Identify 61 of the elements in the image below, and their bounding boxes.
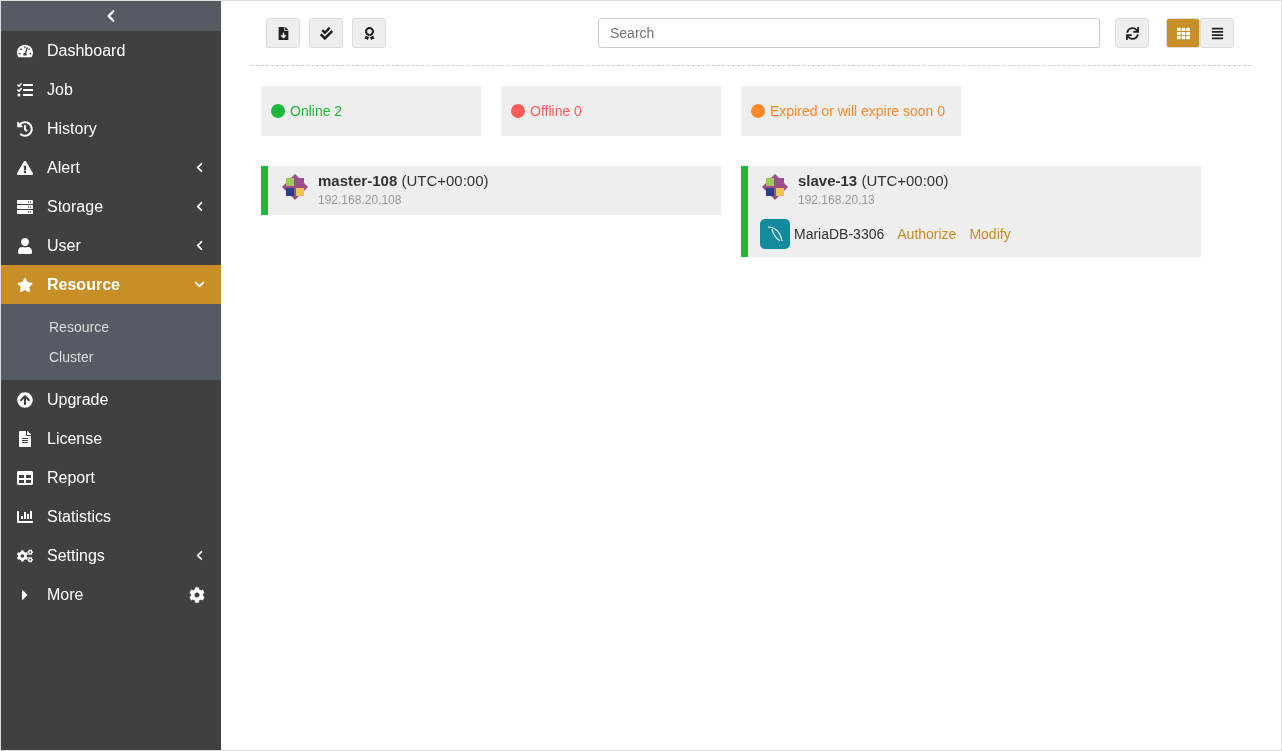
sidebar-item-label: Settings xyxy=(47,546,106,565)
sidebar-item-label: User xyxy=(47,236,82,255)
settings-icon[interactable] xyxy=(189,586,205,603)
double-check-icon xyxy=(319,26,333,40)
status-filter-label: Offline 0 xyxy=(530,103,582,119)
table-icon xyxy=(17,469,33,486)
grid-icon xyxy=(1176,26,1190,40)
sidebar-item[interactable]: Report xyxy=(1,458,221,497)
list-view-button[interactable] xyxy=(1200,18,1234,48)
checklist-icon xyxy=(17,81,33,98)
server-icon xyxy=(17,198,33,215)
sidebar-item-label: History xyxy=(47,119,98,138)
sidebar-item[interactable]: Alert xyxy=(1,148,221,187)
sidebar-item-label: More xyxy=(47,585,85,604)
sidebar-item[interactable]: Job xyxy=(1,70,221,109)
sidebar-item-label: Report xyxy=(47,468,97,487)
submenu-item[interactable]: Cluster xyxy=(1,342,221,372)
bar-chart-icon xyxy=(17,508,33,525)
resource-name: MariaDB-3306 xyxy=(794,226,885,242)
search-field[interactable]: Search xyxy=(598,18,1100,48)
sidebar-item[interactable]: User xyxy=(1,226,221,265)
os-logo-icon xyxy=(760,172,790,202)
sidebar-item-label: Storage xyxy=(47,197,105,216)
history-icon xyxy=(17,120,33,137)
host-ip: 192.168.20.13 xyxy=(798,193,876,207)
sidebar-item-label: Alert xyxy=(47,158,81,177)
refresh-button[interactable] xyxy=(1115,18,1149,48)
status-filter-label: Expired or will expire soon 0 xyxy=(770,103,946,119)
warning-icon xyxy=(17,159,33,176)
gauge-icon xyxy=(17,42,33,59)
sidebar-item-label: Upgrade xyxy=(47,390,110,409)
sidebar-item-label: License xyxy=(47,429,104,448)
settings-icon xyxy=(17,547,33,564)
sidebar-item[interactable]: Storage xyxy=(1,187,221,226)
download-button[interactable] xyxy=(266,18,300,48)
list-icon xyxy=(1210,26,1224,40)
sidebar-item-label: Dashboard xyxy=(47,41,127,60)
submenu-item[interactable]: Resource xyxy=(1,312,221,342)
sidebar-item-label: Resource xyxy=(47,275,121,294)
sidebar-item[interactable]: History xyxy=(1,109,221,148)
file-download-icon xyxy=(276,26,290,40)
sidebar-item-label: Statistics xyxy=(47,507,112,526)
sidebar-item-label: Job xyxy=(47,80,74,99)
status-filter-label: Online 2 xyxy=(290,103,343,119)
sidebar-item[interactable]: Settings xyxy=(1,536,221,575)
sidebar-item[interactable]: Dashboard xyxy=(1,31,221,70)
user-icon xyxy=(17,237,33,254)
sidebar-item[interactable]: License xyxy=(1,419,221,458)
license-button[interactable] xyxy=(352,18,386,48)
award-icon xyxy=(362,26,376,40)
sidebar-item[interactable]: Upgrade xyxy=(1,380,221,419)
sidebar-item[interactable]: More xyxy=(1,575,221,614)
sidebar-item[interactable]: Statistics xyxy=(1,497,221,536)
os-logo-icon xyxy=(280,172,310,202)
check-all-button[interactable] xyxy=(309,18,343,48)
host-ip: 192.168.20.108 xyxy=(318,193,403,207)
document-icon xyxy=(17,430,33,447)
star-icon xyxy=(17,276,33,293)
host-name: slave-13 (UTC+00:00) xyxy=(798,172,949,189)
host-name: master-108 (UTC+00:00) xyxy=(318,172,489,189)
refresh-icon xyxy=(1125,26,1139,40)
